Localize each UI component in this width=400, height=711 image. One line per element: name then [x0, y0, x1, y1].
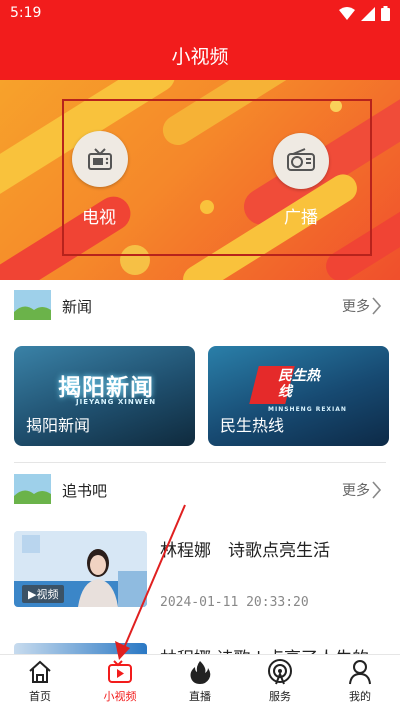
card-caption: 揭阳新闻	[26, 416, 91, 435]
tab-label: 直播	[189, 690, 211, 703]
video-icon	[108, 660, 132, 683]
next-article[interactable]: 林程娜 诗歌 | 点亮了人生的	[0, 640, 400, 654]
wifi-icon	[339, 6, 355, 20]
page-title: 小视频	[171, 45, 229, 68]
next-article-title: 林程娜 诗歌 | 点亮了人生的	[160, 644, 369, 654]
next-article-thumbnail	[14, 643, 147, 654]
flame-icon	[190, 661, 211, 684]
article-timestamp: 2024-01-11 20:33:20	[160, 595, 309, 610]
broadcast-icon	[268, 659, 292, 685]
section-image-icon	[14, 474, 51, 504]
card-logo-text: 民生热线	[278, 368, 320, 400]
profile-icon	[349, 660, 371, 685]
news-card[interactable]: 民生热线 MINSHENG REXIAN 民生热线	[208, 346, 389, 446]
app-screen: 5:19 小视频 电视 广播 新闻 更多 揭阳新闻 JIEYANG XINWEN…	[0, 0, 400, 711]
section-header-news[interactable]: 新闻 更多	[0, 286, 400, 330]
status-icons	[339, 6, 390, 21]
more-link[interactable]: 更多	[342, 480, 370, 500]
tab-label: 小视频	[103, 690, 137, 703]
bottom-nav: 首页 小视频 直播 服务 我的	[0, 654, 400, 711]
article-thumbnail[interactable]: ▶视频	[14, 531, 147, 607]
tab-short-video[interactable]: 小视频	[80, 655, 160, 711]
tab-home[interactable]: 首页	[0, 655, 80, 711]
chevron-right-icon	[372, 481, 382, 499]
tab-label: 服务	[269, 690, 291, 703]
section-image-icon	[14, 290, 51, 320]
battery-icon	[381, 6, 390, 21]
signal-icon	[361, 6, 375, 21]
card-logo-sub: JIEYANG XINWEN	[76, 398, 157, 406]
status-time: 5:19	[10, 5, 42, 21]
card-logo-text: 揭阳新闻	[58, 375, 154, 401]
annotation-box	[62, 99, 372, 256]
divider	[14, 462, 386, 463]
section-title: 新闻	[62, 298, 93, 316]
card-caption: 民生热线	[220, 416, 285, 435]
article-title[interactable]: 林程娜 诗歌点亮生活	[160, 536, 330, 561]
more-link[interactable]: 更多	[342, 296, 370, 316]
section-title: 追书吧	[62, 482, 108, 500]
news-card[interactable]: 揭阳新闻 JIEYANG XINWEN 揭阳新闻	[14, 346, 195, 446]
tab-label: 我的	[349, 690, 371, 703]
status-bar: 5:19	[0, 0, 400, 30]
page-title-bar: 小视频	[0, 30, 400, 80]
tab-label: 首页	[29, 690, 51, 703]
video-badge: ▶视频	[22, 585, 65, 603]
tab-services[interactable]: 服务	[240, 655, 320, 711]
home-icon	[29, 660, 51, 683]
chevron-right-icon	[372, 297, 382, 315]
tab-profile[interactable]: 我的	[320, 655, 400, 711]
tab-live[interactable]: 直播	[160, 655, 240, 711]
section-header-books[interactable]: 追书吧 更多	[0, 470, 400, 514]
